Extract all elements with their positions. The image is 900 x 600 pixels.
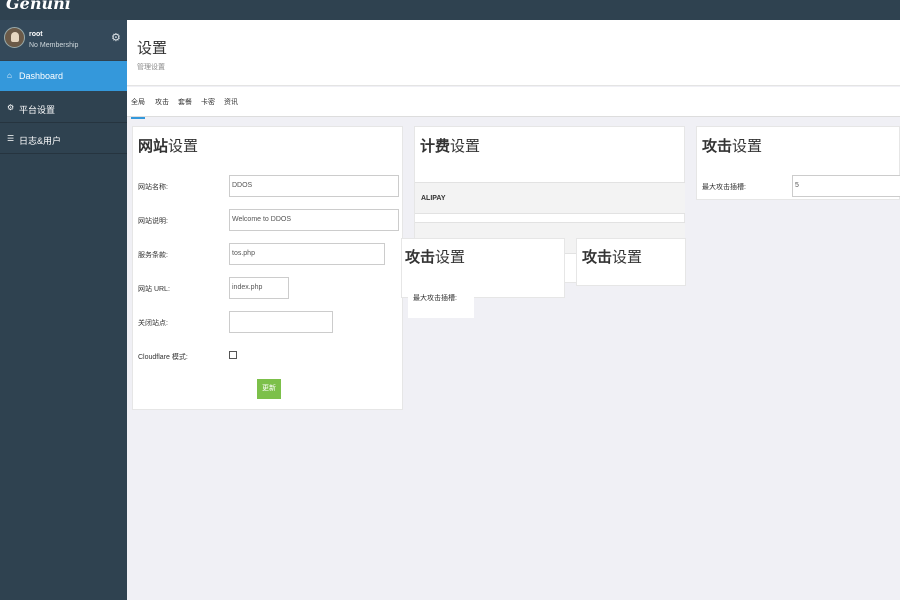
field-label-site-desc: 网站说明: bbox=[138, 218, 168, 225]
gear-icon[interactable]: ⚙ bbox=[111, 33, 121, 44]
close-site-input[interactable] bbox=[229, 311, 333, 333]
site-description-input[interactable]: Welcome to DDOS bbox=[229, 209, 399, 231]
tab-news[interactable]: 资讯 bbox=[224, 97, 238, 107]
payment-method-label: ALIPAY bbox=[421, 195, 446, 202]
tab-plans[interactable]: 套餐 bbox=[178, 97, 192, 107]
tab-bar: 全局 攻击 套餐 卡密 资讯 bbox=[127, 87, 900, 119]
card-title: 攻击设置 bbox=[405, 249, 466, 266]
payment-method-row[interactable]: ALIPAY bbox=[415, 182, 685, 214]
card-title: 网站设置 bbox=[138, 138, 199, 155]
avatar[interactable] bbox=[4, 27, 25, 48]
field-label-cloudflare: Cloudflare 模式: bbox=[138, 354, 188, 361]
attack-settings-card: 攻击设置 最大攻击插槽: 5 bbox=[696, 126, 900, 200]
attack-settings-card-overlay-body: 最大攻击插槽: bbox=[408, 286, 474, 318]
sidebar-item-label: Dashboard bbox=[19, 71, 64, 81]
app-logo[interactable]: Genuni bbox=[6, 0, 71, 13]
sidebar-item-label: 日志&用户 bbox=[19, 136, 62, 146]
update-button[interactable]: 更新 bbox=[257, 379, 281, 399]
field-label-close-site: 关闭站点: bbox=[138, 320, 168, 327]
tos-input[interactable]: tos.php bbox=[229, 243, 385, 265]
field-label-max-slots: 最大攻击插槽: bbox=[702, 184, 746, 191]
card-title: 攻击设置 bbox=[702, 138, 763, 155]
tab-cards[interactable]: 卡密 bbox=[201, 97, 215, 107]
page-title: 设置 bbox=[137, 40, 168, 57]
field-label-site-name: 网站名称: bbox=[138, 184, 168, 191]
max-slots-input[interactable]: 5 bbox=[792, 175, 900, 197]
sidebar-item-label: 平台设置 bbox=[19, 105, 56, 115]
page-header: 设置 管理设置 bbox=[127, 20, 900, 86]
home-icon: ⌂ bbox=[7, 71, 12, 80]
tab-attack[interactable]: 攻击 bbox=[155, 97, 169, 107]
sidebar-item-logs-users[interactable]: ☰ 日志&用户 bbox=[0, 124, 127, 154]
cogs-icon: ⚙ bbox=[7, 103, 15, 112]
sidebar-item-platform-settings[interactable]: ⚙ 平台设置 bbox=[0, 93, 127, 123]
cloudflare-checkbox[interactable] bbox=[229, 351, 237, 359]
tab-global[interactable]: 全局 bbox=[131, 97, 145, 119]
attack-settings-card-overlay-2: 攻击设置 bbox=[576, 238, 686, 286]
card-title: 攻击设置 bbox=[582, 249, 643, 266]
sidebar-item-dashboard[interactable]: ⌂ Dashboard bbox=[0, 61, 127, 91]
site-url-input[interactable]: index.php bbox=[229, 277, 289, 299]
list-icon: ☰ bbox=[7, 134, 15, 143]
sidebar: root No Membership ⚙ ⌂ Dashboard ⚙ 平台设置 … bbox=[0, 20, 127, 600]
field-label-site-url: 网站 URL: bbox=[138, 286, 170, 293]
field-label-tos: 服务条款: bbox=[138, 252, 168, 259]
site-name-input[interactable]: DDOS bbox=[229, 175, 399, 197]
user-name: root bbox=[29, 31, 43, 38]
field-label-max-slots: 最大攻击插槽: bbox=[413, 295, 457, 302]
top-bar: Genuni bbox=[0, 0, 900, 20]
website-settings-card: 网站设置 网站名称: DDOS 网站说明: Welcome to DDOS 服务… bbox=[132, 126, 403, 410]
user-membership: No Membership bbox=[29, 42, 79, 49]
page-subtitle: 管理设置 bbox=[137, 64, 165, 71]
card-title: 计费设置 bbox=[420, 138, 481, 155]
user-profile: root No Membership ⚙ bbox=[0, 20, 127, 60]
